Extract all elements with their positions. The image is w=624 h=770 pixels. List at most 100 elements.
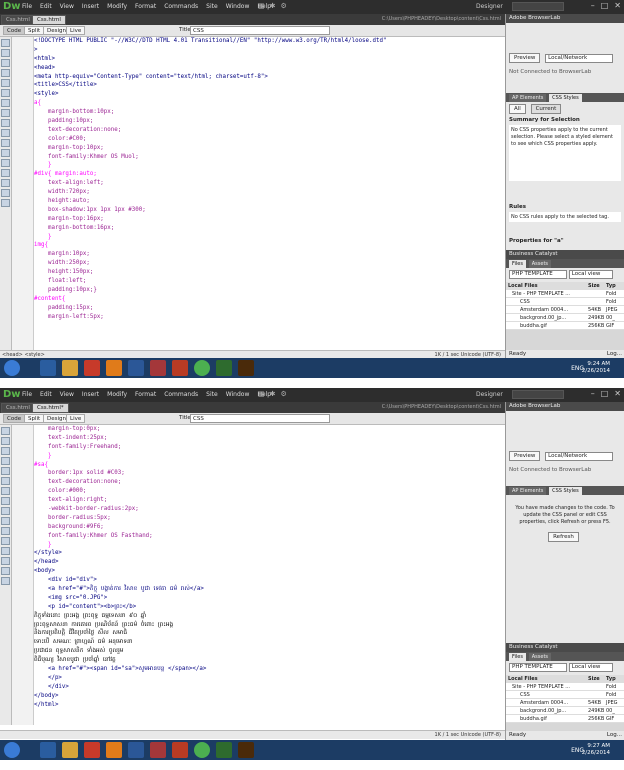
size-header[interactable]: Size [588, 675, 606, 682]
code-line[interactable]: 49 <div id="div"> [34, 576, 505, 585]
code-line[interactable]: 53ភិក្ខុទាំងនោះ ព្រះអង្គ ព្រះពុទ្ធ ធម្មទ… [34, 612, 505, 621]
menu-commands[interactable]: Commands [164, 391, 198, 398]
preview-button[interactable]: Preview [509, 451, 541, 461]
code-line[interactable]: 37 border:1px solid #C03; [34, 469, 505, 478]
site-icon[interactable]: ⚙ [281, 2, 287, 10]
live-view-button[interactable]: Live [66, 26, 86, 35]
tab-files[interactable]: Files [509, 653, 526, 661]
menu-insert[interactable]: Insert [82, 391, 99, 398]
title-input[interactable]: CSS [190, 414, 330, 423]
file-row[interactable]: Site - PHP TEMPLATE ... Fold [506, 290, 624, 298]
minimize-icon[interactable]: – [591, 389, 595, 398]
code-line[interactable]: 26 width:250px; [34, 259, 505, 268]
tab-css-styles[interactable]: CSS Styles [549, 94, 582, 102]
code-line[interactable]: 56ទោះបើ សមណៈ ព្រាហ្មណ៍ ធម៌ អនុមោទនា [34, 638, 505, 647]
code-line[interactable]: 12 color:#C00; [34, 135, 505, 144]
code-line[interactable]: 22 margin-bottom:16px; [34, 224, 505, 233]
live-view-button[interactable]: Live [66, 414, 86, 423]
start-icon[interactable] [4, 742, 20, 758]
code-line[interactable]: 59 <a href="#"><span id="sa">សូមអានបន្ត … [34, 665, 505, 674]
code-view-button[interactable]: Code [3, 414, 26, 423]
file-row[interactable]: buddha.gif 256KB GIF [506, 715, 624, 723]
explorer-icon[interactable] [62, 742, 78, 758]
code-line[interactable]: 14 font-family:Khmer OS Muol; [34, 153, 505, 162]
current-button[interactable]: Current [530, 104, 562, 114]
code-line[interactable]: 34 font-family:Freehand; [34, 443, 505, 452]
code-line[interactable]: 15 } [34, 161, 505, 170]
explorer-icon[interactable] [62, 360, 78, 376]
outdent-icon[interactable] [1, 577, 10, 585]
file-row[interactable]: CSS Fold [506, 298, 624, 306]
code-line[interactable]: 1<!DOCTYPE HTML PUBLIC "-//W3C//DTD HTML… [34, 37, 505, 46]
refresh-button[interactable]: Refresh [548, 532, 579, 542]
code-editor[interactable]: 1<!DOCTYPE HTML PUBLIC "-//W3C//DTD HTML… [34, 37, 505, 350]
code-line[interactable]: 47</head> [34, 558, 505, 567]
tab-files[interactable]: Files [509, 260, 526, 268]
code-line[interactable]: 52 <p id="content"><b>ព្រះ</b> [34, 603, 505, 612]
code-line[interactable]: 51 <img src="0.JPG"> [34, 594, 505, 603]
file-row[interactable]: CSS Fold [506, 691, 624, 699]
move-css-icon[interactable] [1, 169, 10, 177]
code-line[interactable]: 44 font-family:Khmer OS Fasthand; [34, 532, 505, 541]
highlight-invalid-icon[interactable] [1, 497, 10, 505]
title-input[interactable]: CSS [190, 26, 330, 35]
code-line[interactable]: 2> [34, 46, 505, 55]
code-line[interactable]: 5<meta http-equiv="Content-Type" content… [34, 73, 505, 82]
code-line[interactable]: 58ពិធីបុណ្យ វិសាខបូជា ប្រចាំឆ្នាំ នៅវត្ត [34, 656, 505, 665]
tab-css-html-1[interactable]: Css.html [1, 15, 35, 25]
illustrator-icon[interactable] [238, 360, 254, 376]
size-header[interactable]: Size [588, 282, 606, 289]
code-line[interactable]: 27 height:150px; [34, 268, 505, 277]
access-icon[interactable] [150, 742, 166, 758]
code-line[interactable]: 19 height:auto; [34, 197, 505, 206]
menu-modify[interactable]: Modify [107, 391, 127, 398]
outdent-icon[interactable] [1, 189, 10, 197]
tab-assets[interactable]: Assets [528, 260, 552, 268]
code-line[interactable]: 46</style> [34, 549, 505, 558]
recent-snippets-icon[interactable] [1, 547, 10, 555]
file-row[interactable]: Amsterdam 0004... 54KB JPEG [506, 699, 624, 707]
type-header[interactable]: Typ [606, 675, 616, 682]
business-catalyst-header[interactable]: Business Catalyst [506, 643, 624, 652]
media-icon[interactable] [84, 742, 100, 758]
code-line[interactable]: 25 margin:10px; [34, 250, 505, 259]
menu-format[interactable]: Format [135, 391, 156, 398]
extend-icon[interactable]: ✱ [270, 2, 276, 10]
menu-site[interactable]: Site [206, 391, 218, 398]
code-line[interactable]: 38 text-decoration:none; [34, 478, 505, 487]
collapse-selection-icon[interactable] [1, 59, 10, 67]
balance-braces-icon[interactable] [1, 477, 10, 485]
photoshop-icon[interactable] [40, 742, 56, 758]
recent-snippets-icon[interactable] [1, 159, 10, 167]
code-line[interactable]: 17 text-align:left; [34, 179, 505, 188]
menu-format[interactable]: Format [135, 3, 156, 10]
menu-edit[interactable]: Edit [40, 3, 52, 10]
menu-site[interactable]: Site [206, 3, 218, 10]
code-line[interactable]: 40 text-align:right; [34, 496, 505, 505]
local-network-select[interactable]: Local/Network [545, 54, 614, 63]
menu-commands[interactable]: Commands [164, 3, 198, 10]
log-button[interactable]: Log... [607, 732, 622, 738]
code-line[interactable]: 28 float:left; [34, 277, 505, 286]
menu-file[interactable]: File [22, 3, 32, 10]
dreamweaver-icon[interactable] [216, 360, 232, 376]
view-select[interactable]: Local view [568, 270, 613, 279]
apply-comment-icon[interactable] [1, 517, 10, 525]
help-search[interactable] [512, 390, 564, 399]
indent-icon[interactable] [1, 567, 10, 575]
file-row[interactable]: buddha.gif 256KB GIF [506, 322, 624, 330]
code-line[interactable]: 32 margin-top:0px; [34, 425, 505, 434]
apply-comment-icon[interactable] [1, 129, 10, 137]
code-line[interactable]: 54ព្រះពុទ្ធសាសនា ការគោរព ប្រណិប័តន៍ ព្រះ… [34, 621, 505, 630]
acrobat-icon[interactable] [172, 742, 188, 758]
code-line[interactable]: 43 background:#9F6; [34, 523, 505, 532]
layout-icon[interactable]: ▦ [258, 390, 265, 398]
split-view-button[interactable]: Split [24, 26, 45, 35]
tab-ap-elements[interactable]: AP Elements [509, 487, 547, 495]
vlc-icon[interactable] [106, 742, 122, 758]
minimize-icon[interactable]: – [591, 1, 595, 10]
file-row[interactable]: Amsterdam 0004... 54KB JPEG [506, 306, 624, 314]
code-line[interactable]: 50 <a href="#">ភិក្ខុ បង្ហាត់ការ វិសាខ ប… [34, 585, 505, 594]
menu-edit[interactable]: Edit [40, 391, 52, 398]
collapse-tag-icon[interactable] [1, 437, 10, 445]
